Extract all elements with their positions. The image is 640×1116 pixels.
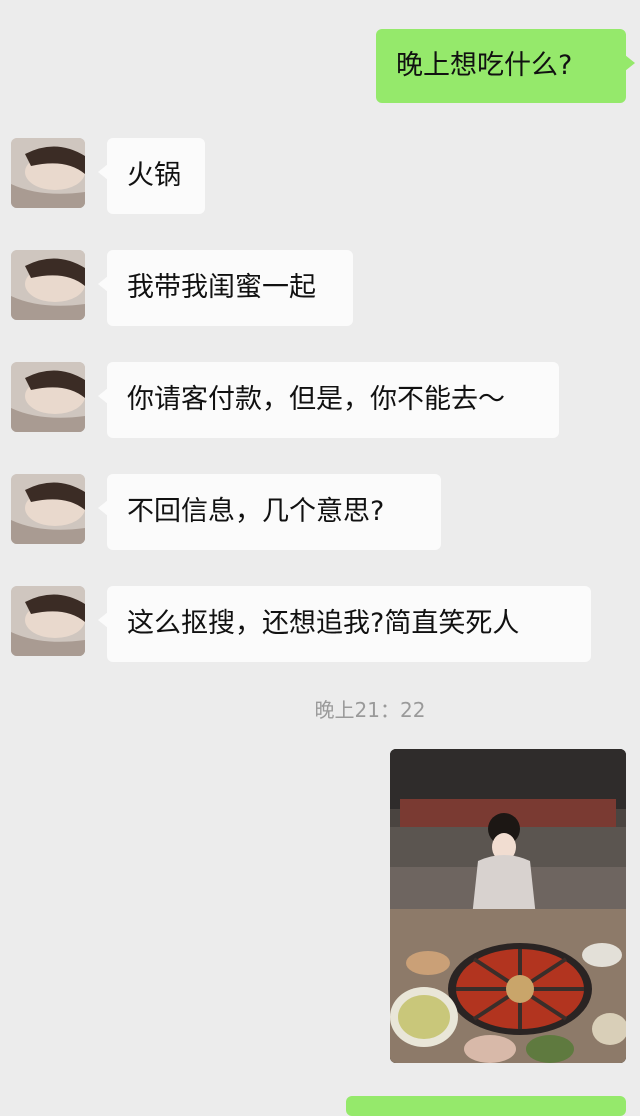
incoming-message-bubble[interactable]: 我带我闺蜜一起 xyxy=(98,250,353,326)
avatar-photo-icon xyxy=(11,250,85,320)
avatar-photo-icon xyxy=(11,474,85,544)
hotpot-photo-icon xyxy=(390,749,626,1063)
contact-avatar[interactable] xyxy=(11,474,85,544)
avatar-photo-icon xyxy=(11,138,85,208)
incoming-message-bubble[interactable]: 你请客付款，但是，你不能去～ xyxy=(98,362,559,438)
avatar-photo-icon xyxy=(11,586,85,656)
contact-avatar[interactable] xyxy=(11,138,85,208)
incoming-message-bubble[interactable]: 这么抠搜，还想追我?简直笑死人 xyxy=(98,586,591,662)
contact-avatar[interactable] xyxy=(11,250,85,320)
incoming-message-bubble[interactable]: 不回信息，几个意思? xyxy=(98,474,441,550)
message-text: 你请客付款，但是，你不能去～ xyxy=(127,384,505,415)
message-timestamp: 晚上21：22 xyxy=(314,698,426,722)
message-text: 晚上想吃什么? xyxy=(396,50,573,81)
contact-avatar[interactable] xyxy=(11,362,85,432)
message-text: 这么抠搜，还想追我?简直笑死人 xyxy=(127,608,520,639)
message-text: 我带我闺蜜一起 xyxy=(127,272,316,303)
image-message[interactable] xyxy=(390,749,626,1063)
message-text: 不回信息，几个意思? xyxy=(127,496,385,527)
contact-avatar[interactable] xyxy=(11,586,85,656)
outgoing-message-bubble-partial[interactable] xyxy=(346,1096,626,1116)
message-text: 火锅 xyxy=(127,160,181,191)
avatar-photo-icon xyxy=(11,362,85,432)
incoming-message-bubble[interactable]: 火锅 xyxy=(98,138,205,214)
outgoing-message-bubble[interactable]: 晚上想吃什么? xyxy=(376,29,635,103)
